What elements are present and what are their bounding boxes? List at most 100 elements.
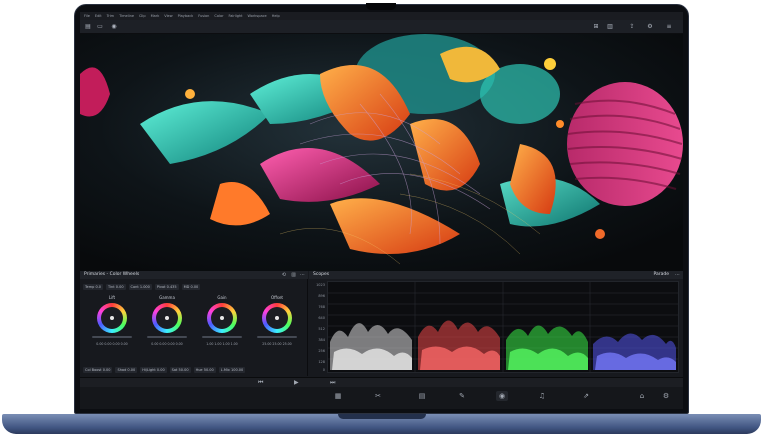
shadows-label: Shad xyxy=(117,368,127,372)
gamma-master-slider[interactable] xyxy=(147,336,187,338)
parade-scope xyxy=(327,281,679,373)
grid-view-icon[interactable]: ⊞ xyxy=(592,23,600,31)
color-page-icon[interactable]: ◉ xyxy=(496,391,508,401)
gain-master-slider[interactable] xyxy=(202,336,242,338)
wheels-panel-header: Primaries - Color Wheels ⟲ ▥ ⋯ xyxy=(80,271,308,279)
reset-icon[interactable]: ⟲ xyxy=(282,272,286,278)
gallery-icon[interactable]: ▤ xyxy=(84,23,92,31)
lift-color-ring[interactable] xyxy=(97,303,127,333)
offset-handle[interactable] xyxy=(275,316,279,320)
scale-label: 256 xyxy=(318,349,325,353)
gain-values: 1.00 1.00 1.00 1.00 xyxy=(206,342,238,346)
md-label: MD xyxy=(183,284,190,289)
menu-item-mark[interactable]: Mark xyxy=(151,14,160,18)
gain-color-ring[interactable] xyxy=(207,303,237,333)
fairlight-page-icon[interactable]: ♫ xyxy=(536,391,548,401)
menu-item-fusion[interactable]: Fusion xyxy=(198,14,209,18)
scale-label: 128 xyxy=(318,360,325,364)
share-icon[interactable]: ⇪ xyxy=(628,23,636,31)
scope-mode-dropdown[interactable]: Parade xyxy=(653,272,669,277)
menu-icon[interactable]: ≡ xyxy=(665,23,673,31)
menu-item-file[interactable]: File xyxy=(84,14,90,18)
lum-mix-label: L.Mix xyxy=(220,368,230,372)
menu-item-timeline[interactable]: Timeline xyxy=(119,14,134,18)
col-boost-value: 0.00 xyxy=(102,368,111,372)
col-boost-control[interactable]: Col Boost 0.00 xyxy=(83,367,113,373)
menu-item-edit[interactable]: Edit xyxy=(95,14,102,18)
tint-label: Tint xyxy=(108,284,115,289)
scale-label: 640 xyxy=(318,316,325,320)
saturation-control[interactable]: Sat 50.00 xyxy=(169,367,191,373)
lut-browser-icon[interactable]: ◉ xyxy=(110,23,118,31)
play-icon[interactable]: ▶ xyxy=(294,379,299,386)
scale-label: 512 xyxy=(318,327,325,331)
menu-item-workspace[interactable]: Workspace xyxy=(248,14,267,18)
gamma-wheel[interactable]: Gamma 0.00 0.00 0.00 0.00 xyxy=(141,295,193,371)
menu-item-color[interactable]: Color xyxy=(214,14,223,18)
menu-item-clip[interactable]: Clip xyxy=(139,14,146,18)
scale-label: 768 xyxy=(318,305,325,309)
menu-item-playback[interactable]: Playback xyxy=(178,14,194,18)
media-page-icon[interactable]: ▦ xyxy=(332,391,344,401)
fusion-page-icon[interactable]: ✎ xyxy=(456,391,468,401)
project-settings-icon[interactable]: ⚙ xyxy=(660,391,672,401)
lift-values: 0.00 0.00 0.00 0.00 xyxy=(96,342,128,346)
menu-item-fairlight[interactable]: Fairlight xyxy=(229,14,243,18)
gain-label: Gain xyxy=(217,295,227,300)
menu-item-help[interactable]: Help xyxy=(272,14,280,18)
previous-icon[interactable]: ⏮ xyxy=(258,379,263,387)
lum-mix-control[interactable]: L.Mix 100.00 xyxy=(218,367,246,373)
gain-wheel[interactable]: Gain 1.00 1.00 1.00 1.00 xyxy=(196,295,248,371)
hue-control[interactable]: Hue 50.00 xyxy=(193,367,216,373)
offset-master-slider[interactable] xyxy=(257,336,297,338)
gamma-color-ring[interactable] xyxy=(152,303,182,333)
settings-icon[interactable]: ⚙ xyxy=(646,23,654,31)
clip-viewer[interactable] xyxy=(80,34,683,271)
tint-value: 0.00 xyxy=(115,284,124,289)
md-value: 0.00 xyxy=(190,284,199,289)
md-control[interactable]: MD 0.00 xyxy=(181,283,201,290)
saturation-value: 50.00 xyxy=(178,368,189,372)
offset-wheel[interactable]: Offset 25.00 25.00 25.00 xyxy=(251,295,303,371)
home-icon[interactable]: ⌂ xyxy=(636,391,648,401)
adjustments-row: Col Boost 0.00 Shad 0.00 Hi/Light 0.00 S… xyxy=(83,366,305,374)
webcam-notch xyxy=(366,3,396,10)
shadows-control[interactable]: Shad 0.00 xyxy=(115,367,138,373)
pivot-value: 0.435 xyxy=(166,284,177,289)
lift-handle[interactable] xyxy=(110,316,114,320)
temp-control[interactable]: Temp 0.0 xyxy=(83,283,104,290)
edit-page-icon[interactable]: ▤ xyxy=(416,391,428,401)
tint-control[interactable]: Tint 0.00 xyxy=(106,283,126,290)
scope-options-icon[interactable]: ⋯ xyxy=(675,272,680,278)
offset-color-ring[interactable] xyxy=(262,303,292,333)
cut-page-icon[interactable]: ✂ xyxy=(372,391,384,401)
scale-label: 1023 xyxy=(316,283,325,287)
highlight-control[interactable]: Hi/Light 0.00 xyxy=(140,367,167,373)
next-icon[interactable]: ⏭ xyxy=(330,379,335,387)
scopes-panel-header: Scopes Parade ⋯ xyxy=(309,271,683,279)
gamma-values: 0.00 0.00 0.00 0.00 xyxy=(151,342,183,346)
menu-item-trim[interactable]: Trim xyxy=(107,14,114,18)
page-navigation-bar: ▦ ✂ ▤ ✎ ◉ ♫ ⇗ ⌂ ⚙ xyxy=(80,387,683,409)
highlight-value: 0.00 xyxy=(156,368,165,372)
viewer-mode-icon[interactable]: ▭ xyxy=(96,23,104,31)
menu-bar: File Edit Trim Timeline Clip Mark View P… xyxy=(80,12,683,20)
primaries-controls-row: Temp 0.0 Tint 0.00 Cont 1.000 Pivot 0.43… xyxy=(83,282,305,291)
hue-label: Hue xyxy=(195,368,203,372)
scopes-panel: Scopes Parade ⋯ 1023 896 768 640 512 384… xyxy=(309,271,683,376)
bars-mode-icon[interactable]: ▥ xyxy=(291,272,296,278)
gain-handle[interactable] xyxy=(220,316,224,320)
layout-icon[interactable]: ▥ xyxy=(606,23,614,31)
pivot-control[interactable]: Pivot 0.435 xyxy=(154,283,179,290)
deliver-page-icon[interactable]: ⇗ xyxy=(580,391,592,401)
scopes-panel-title: Scopes xyxy=(313,272,330,277)
laptop-lip-notch xyxy=(338,414,426,419)
menu-item-view[interactable]: View xyxy=(164,14,172,18)
more-options-icon[interactable]: ⋯ xyxy=(300,272,305,278)
contrast-control[interactable]: Cont 1.000 xyxy=(128,283,152,290)
gamma-handle[interactable] xyxy=(165,316,169,320)
lift-wheel[interactable]: Lift 0.00 0.00 0.00 0.00 xyxy=(86,295,138,371)
lift-master-slider[interactable] xyxy=(92,336,132,338)
scale-label: 0 xyxy=(322,368,325,372)
hue-value: 50.00 xyxy=(203,368,214,372)
